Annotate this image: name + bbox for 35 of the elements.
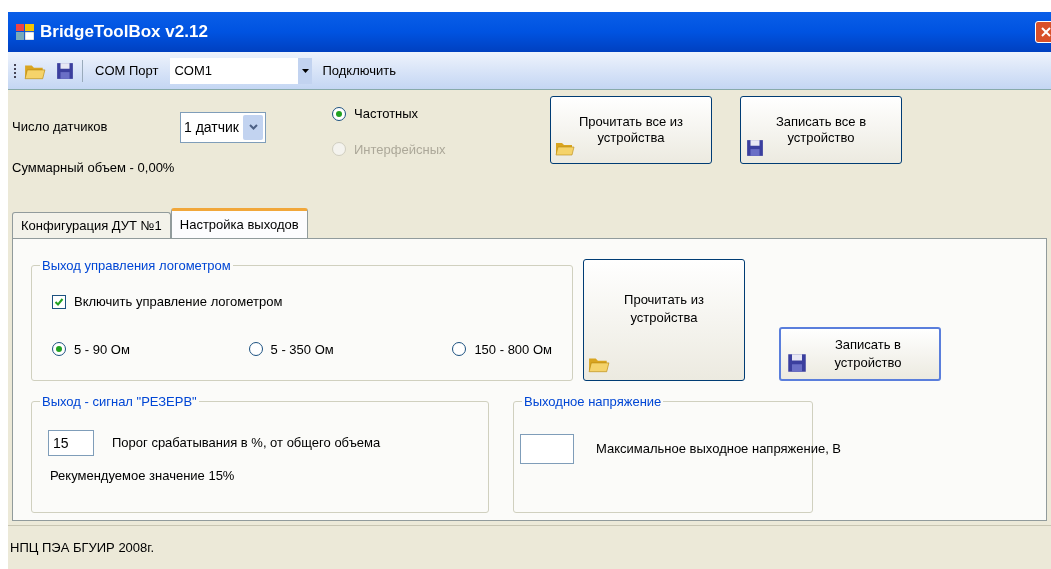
summary-volume: Суммарный объем - 0,00% <box>12 159 176 177</box>
status-text: НПЦ ПЭА БГУИР 2008г. <box>10 538 155 557</box>
connect-button[interactable]: Подключить <box>318 60 400 81</box>
radio-label: 5 - 350 Ом <box>270 340 334 359</box>
radio-label: 5 - 90 Ом <box>74 340 130 359</box>
port-combo[interactable]: COM1 <box>170 57 313 84</box>
radio-button[interactable] <box>52 342 66 357</box>
checkbox[interactable] <box>52 294 66 309</box>
radio-button[interactable] <box>332 106 346 121</box>
checkbox-label: Включить управление логометром <box>74 293 283 311</box>
threshold-field[interactable]: 15 <box>48 430 94 456</box>
sensor-count-label: Число датчиков <box>12 118 109 137</box>
radio-button[interactable] <box>248 342 263 357</box>
close-button[interactable] <box>1035 21 1051 43</box>
dropdown-arrow-icon <box>301 68 309 73</box>
voltage-label: Максимальное выходное напряжение, В <box>596 440 842 459</box>
radio-label: Интерфейсных <box>354 140 446 159</box>
sensor-count-combo[interactable]: 1 датчик <box>180 111 266 143</box>
device-button[interactable]: Записать все в устройство <box>740 96 902 164</box>
voltage-field[interactable] <box>520 434 574 464</box>
radio-button[interactable] <box>452 342 467 357</box>
threshold-label: Порог срабатывания в %, от общего объема <box>112 434 381 453</box>
write-button[interactable]: Записать в устройство <box>779 327 941 381</box>
tab[interactable]: Настройка выходов <box>170 208 308 238</box>
window-title: BridgeToolBox v2.12 <box>40 21 208 44</box>
app-icon <box>16 24 34 40</box>
port-label: COM Порт <box>94 61 160 80</box>
chevron-down-icon <box>248 124 258 130</box>
close-icon <box>1040 26 1051 38</box>
tab[interactable]: Конфигурация ДУТ №1 <box>12 212 171 238</box>
read-button[interactable]: Прочитать из устройства <box>583 259 745 381</box>
radio-label: 150 - 800 Ом <box>474 340 552 359</box>
device-button[interactable]: Прочитать все из устройства <box>550 96 712 164</box>
radio-label: Частотных <box>354 105 419 123</box>
recommended-value: Рекумендуемое значение 15% <box>50 467 236 485</box>
